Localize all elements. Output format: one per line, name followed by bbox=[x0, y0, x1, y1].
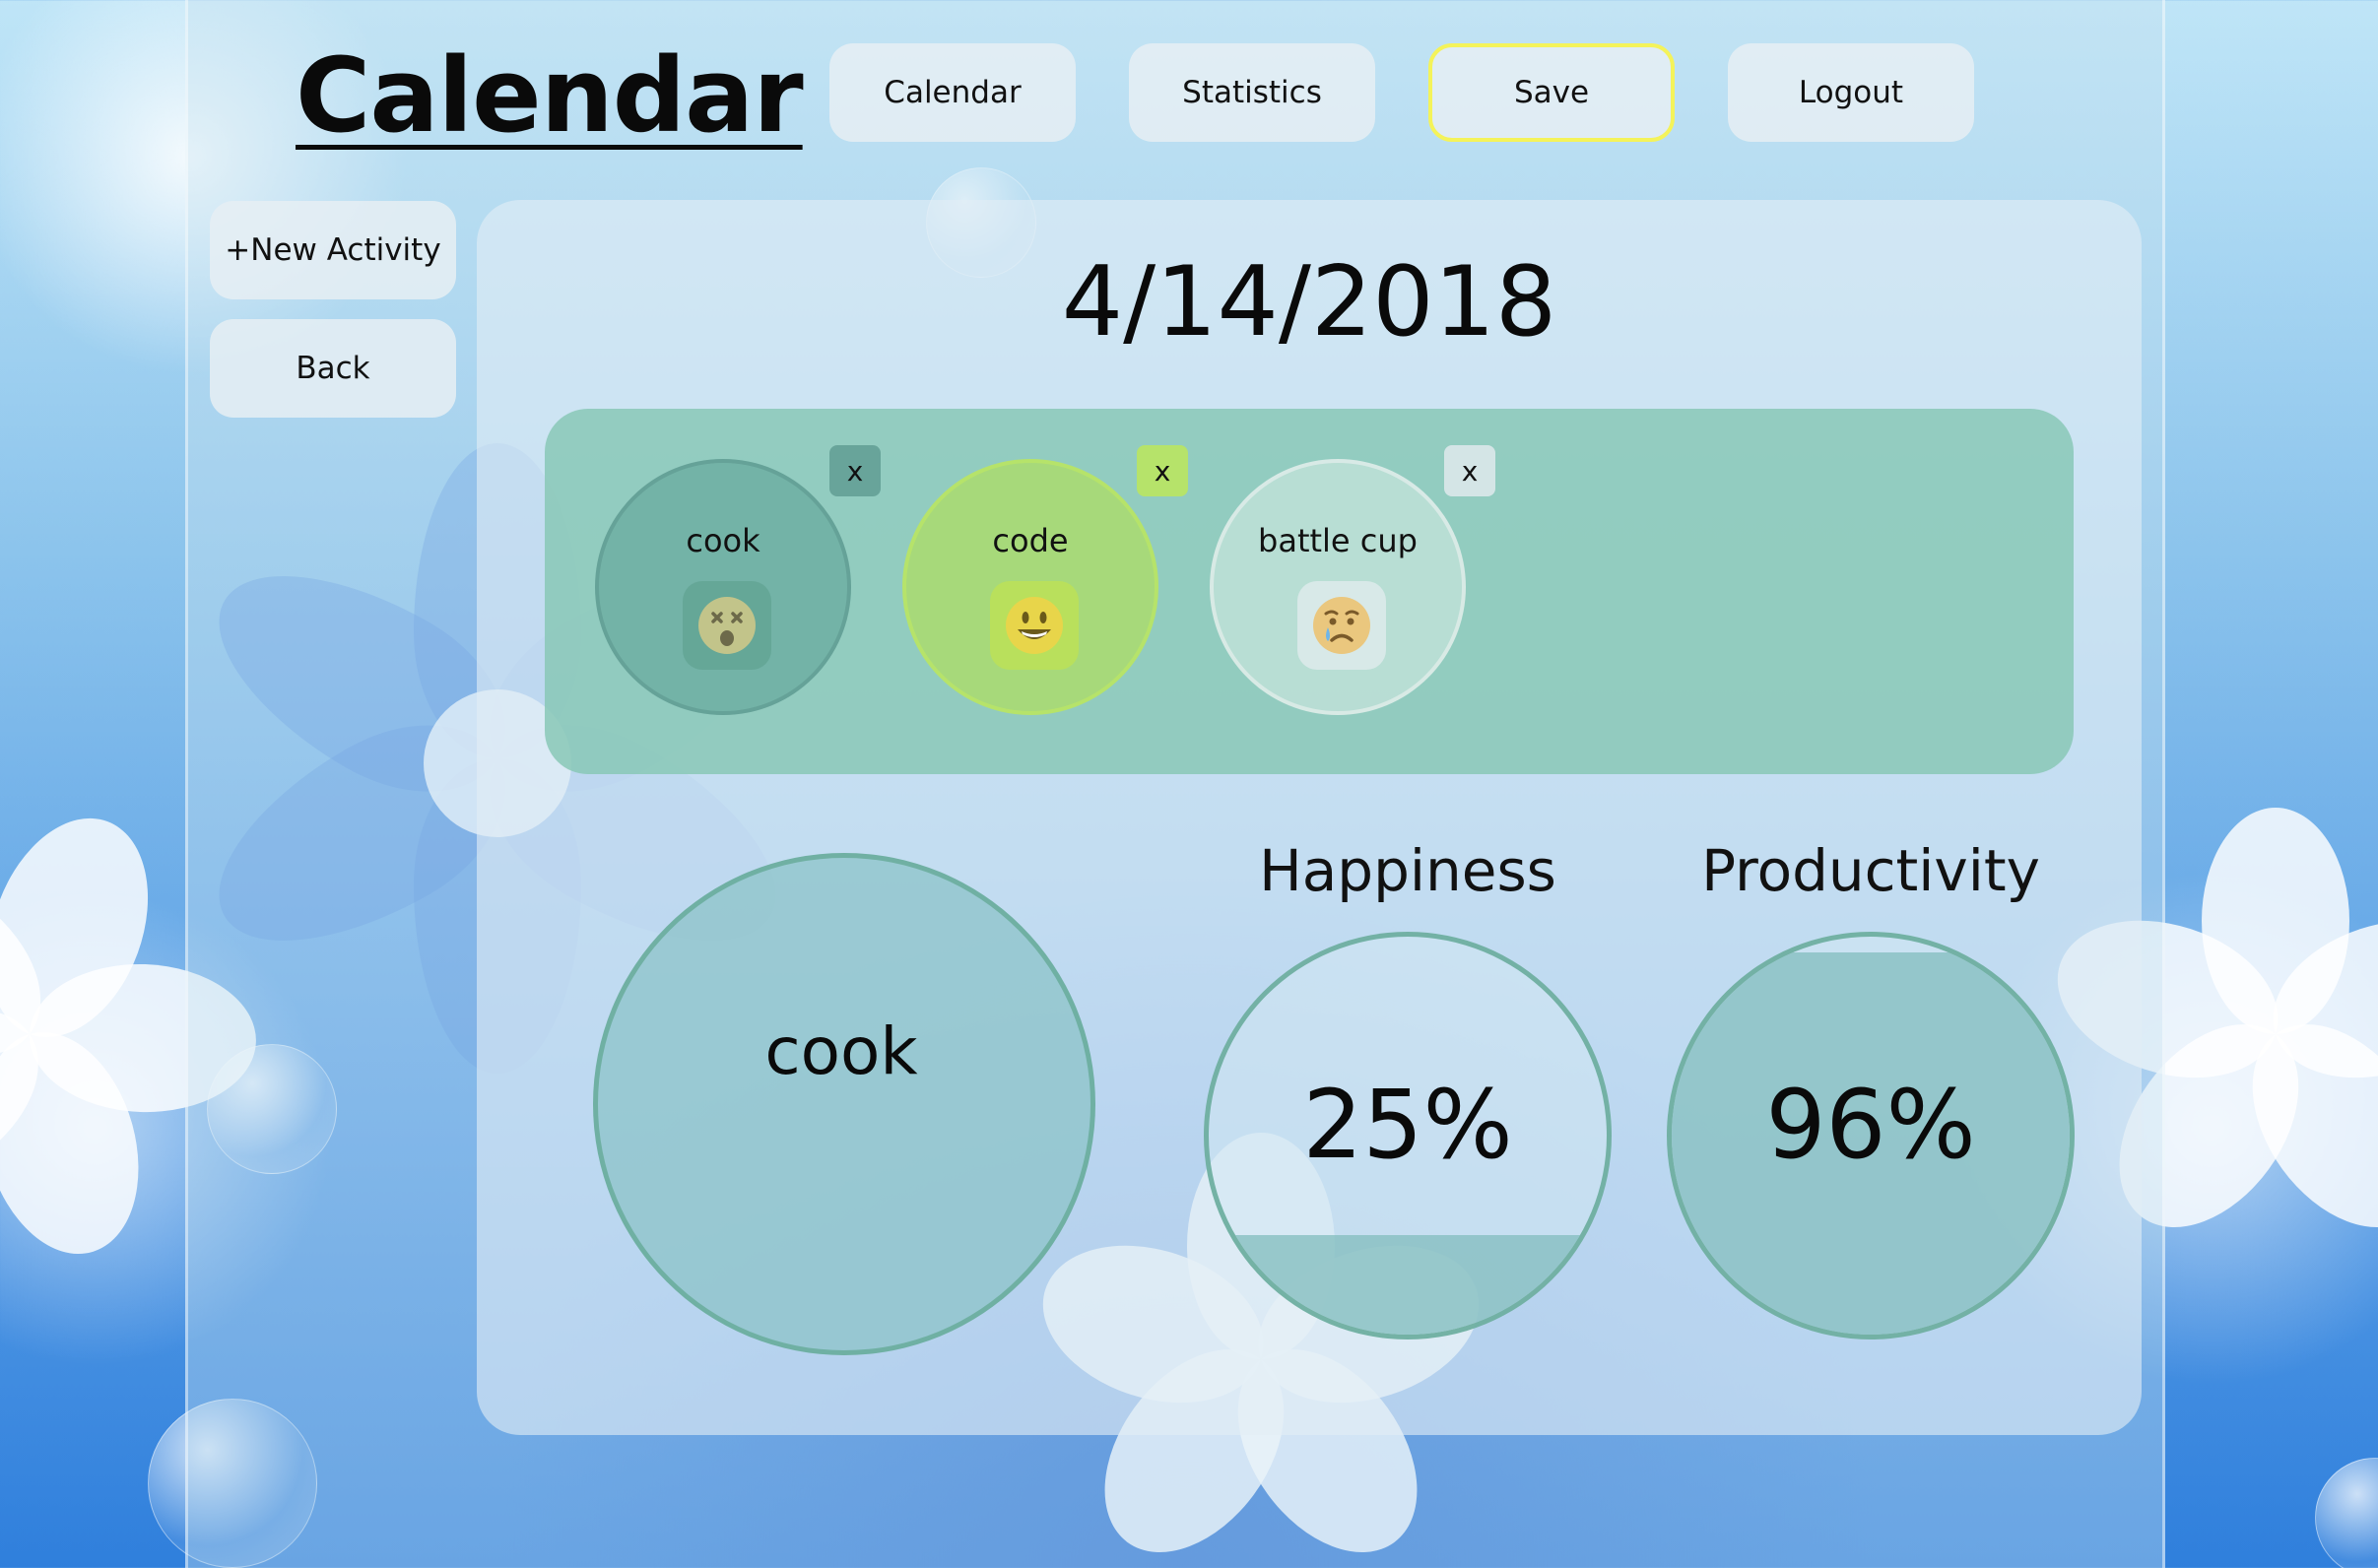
remove-activity-cook-button[interactable]: x bbox=[829, 445, 881, 496]
grinning-face-icon bbox=[990, 581, 1079, 670]
activity-name-input[interactable] bbox=[637, 1006, 1045, 1096]
activity-item-battle-cup[interactable]: battle cup bbox=[1210, 459, 1466, 715]
happiness-value: 25% bbox=[1302, 1070, 1513, 1180]
activity-item-cook[interactable]: cook bbox=[595, 459, 851, 715]
productivity-heading: Productivity bbox=[1701, 837, 2040, 904]
nav-calendar-button[interactable]: Calendar bbox=[829, 43, 1076, 142]
activity-name-circle bbox=[593, 853, 1095, 1355]
dizzy-face-icon bbox=[683, 581, 771, 670]
productivity-gauge: 96% bbox=[1667, 932, 2075, 1339]
remove-activity-code-button[interactable]: x bbox=[1137, 445, 1188, 496]
remove-activity-battle-cup-button[interactable]: x bbox=[1444, 445, 1495, 496]
activity-item-code[interactable]: code bbox=[902, 459, 1158, 715]
nav-save-button[interactable]: Save bbox=[1428, 43, 1675, 142]
background-flower-right bbox=[2037, 808, 2378, 1262]
background-flower-far-left bbox=[0, 796, 259, 1273]
activity-label: cook bbox=[686, 522, 760, 559]
nav-statistics-button[interactable]: Statistics bbox=[1129, 43, 1375, 142]
happiness-gauge: 25% bbox=[1204, 932, 1612, 1339]
back-button[interactable]: Back bbox=[210, 319, 456, 418]
new-activity-button[interactable]: +New Activity bbox=[210, 201, 456, 299]
happiness-heading: Happiness bbox=[1259, 837, 1556, 904]
nav-logout-button[interactable]: Logout bbox=[1728, 43, 1974, 142]
productivity-value: 96% bbox=[1765, 1070, 1976, 1180]
activity-label: battle cup bbox=[1258, 522, 1418, 559]
crying-face-icon bbox=[1297, 581, 1386, 670]
date-title: 4/14/2018 bbox=[1061, 246, 1557, 359]
happiness-gauge-fill bbox=[1209, 1235, 1607, 1335]
activity-label: code bbox=[992, 522, 1069, 559]
background-bubble bbox=[2315, 1458, 2378, 1568]
app-title: Calendar bbox=[296, 35, 804, 156]
